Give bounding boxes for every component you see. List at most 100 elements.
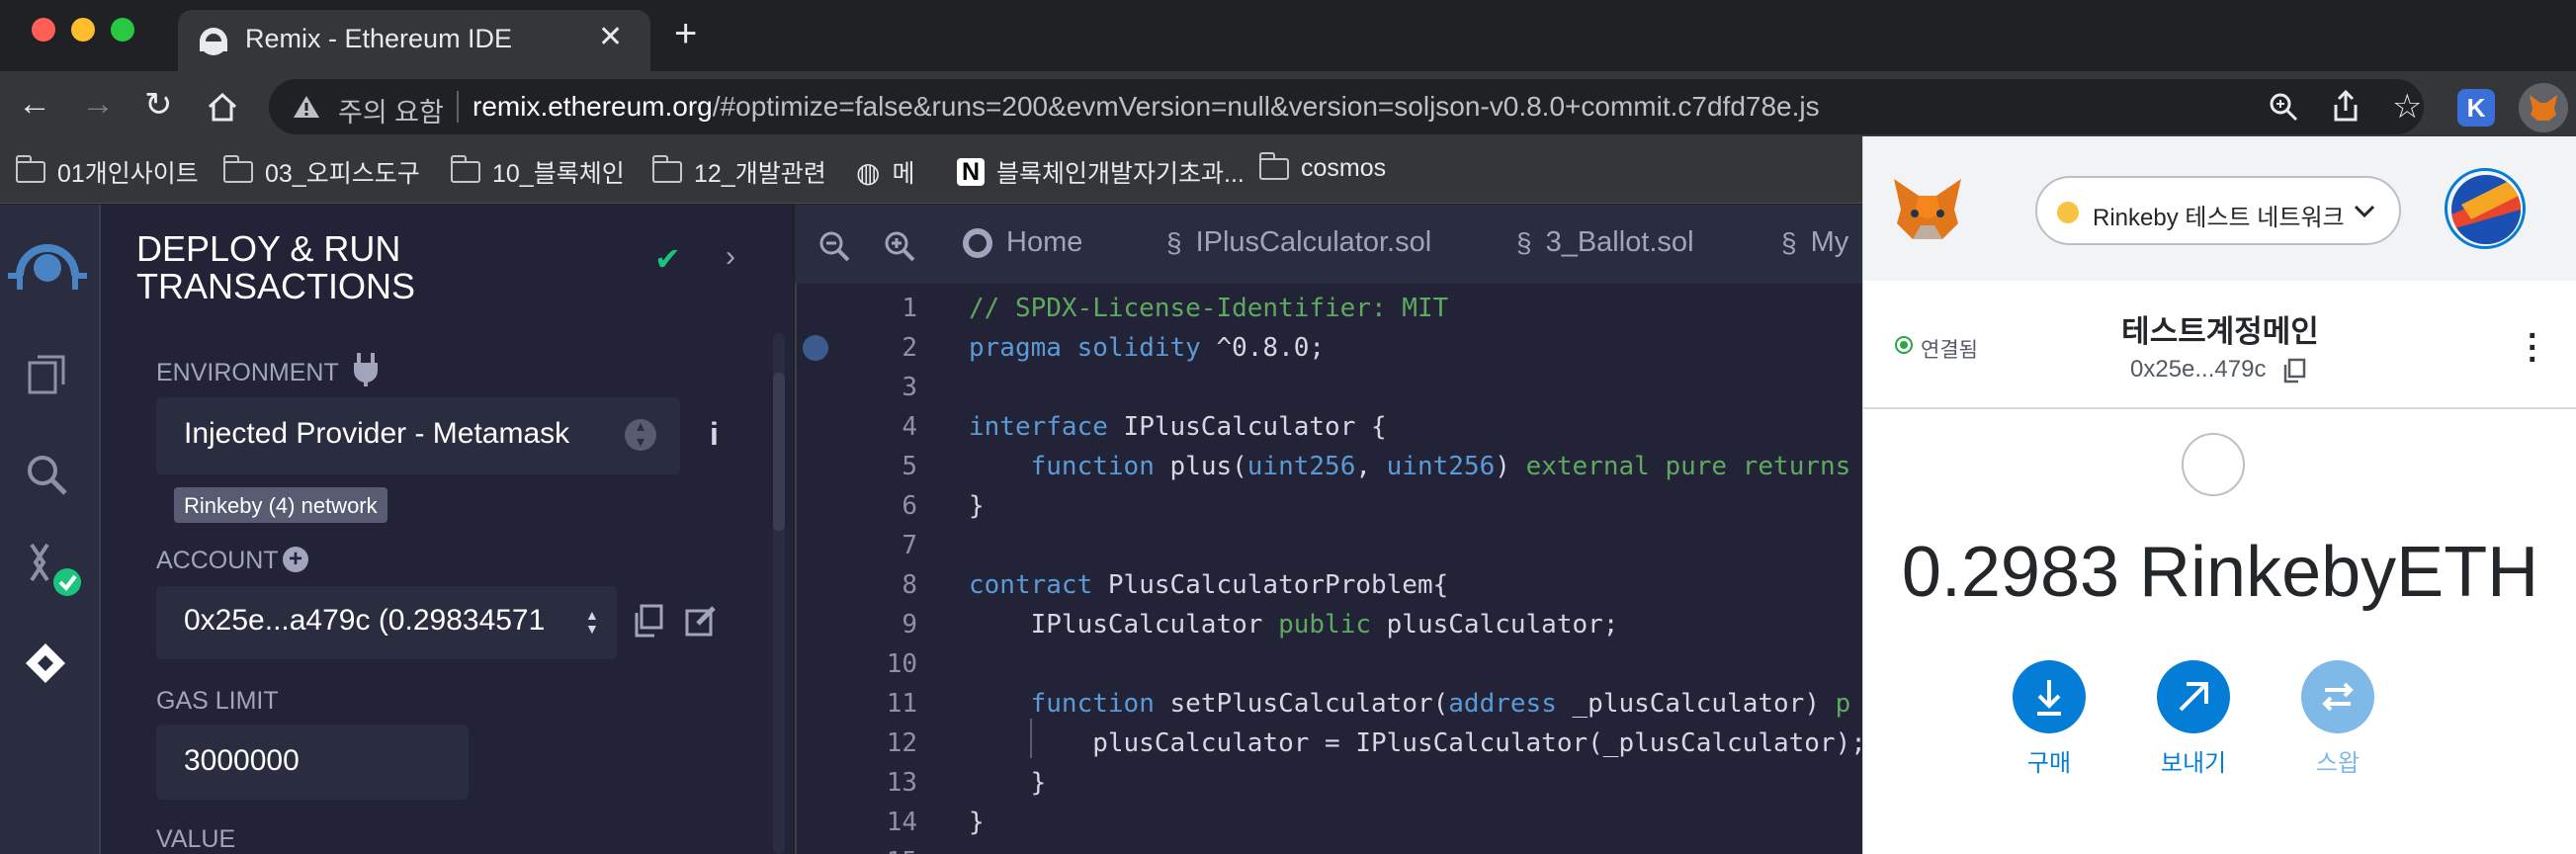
metamask-fox-icon[interactable] <box>1891 176 1964 243</box>
chevron-down-icon <box>2354 205 2375 218</box>
window-minimize-button[interactable] <box>71 18 95 42</box>
tab-iplus-calculator[interactable]: § IPlusCalculator.sol <box>1166 226 1431 259</box>
zoom-in-icon[interactable] <box>884 230 915 262</box>
folder-icon <box>223 155 253 183</box>
gas-limit-label: GAS LIMIT <box>156 687 279 715</box>
check-icon: ✔ <box>654 241 681 277</box>
remix-icon-panel <box>0 205 101 854</box>
network-selector[interactable]: Rinkeby 테스트 네트워크 <box>2035 176 2401 245</box>
bookmark-folder[interactable]: cosmos <box>1259 151 1386 183</box>
window-zoom-button[interactable] <box>111 18 134 42</box>
tab-title: Remix - Ethereum IDE <box>245 24 513 53</box>
line-number: 12 <box>886 728 917 758</box>
warning-triangle-icon[interactable] <box>293 94 320 120</box>
bookmark-star-icon[interactable]: ☆ <box>2392 87 2422 127</box>
file-explorer-icon[interactable] <box>26 353 69 396</box>
tab-home[interactable]: Home <box>963 226 1082 259</box>
reload-icon[interactable]: ↻ <box>144 85 173 125</box>
home-icon[interactable] <box>206 91 239 123</box>
zoom-icon[interactable] <box>2268 91 2299 123</box>
solidity-file-icon: § <box>1781 226 1797 258</box>
scrollbar[interactable] <box>773 333 785 854</box>
account-avatar[interactable] <box>2445 168 2526 249</box>
code-area[interactable]: 123456789101112131415 // SPDX-License-Id… <box>795 284 1866 854</box>
code-line: function plus(uint256, uint256) external… <box>1030 452 1851 481</box>
line-number: 5 <box>902 452 917 481</box>
swap-label: 스왑 <box>2315 750 2361 777</box>
back-arrow-icon[interactable]: ← <box>18 85 51 124</box>
url-text[interactable]: remix.ethereum.org/#optimize=false&runs=… <box>472 91 1820 123</box>
bookmark-folder[interactable]: 01개인사이트 <box>16 154 199 190</box>
k-extension-icon[interactable]: K <box>2457 89 2495 127</box>
code-line: } <box>969 491 985 521</box>
forward-arrow-icon[interactable]: → <box>81 85 115 124</box>
header-divider <box>1863 407 2576 409</box>
bookmark-folder[interactable]: 10_블록체인 <box>451 154 625 190</box>
metamask-extension-button[interactable] <box>2519 83 2568 132</box>
editor-tab-bar: Home § IPlusCalculator.sol § 3_Ballot.so… <box>795 205 1862 284</box>
new-tab-button[interactable]: + <box>674 14 697 53</box>
bookmark-folder[interactable]: 12_개발관련 <box>652 154 826 190</box>
line-number: 2 <box>902 333 917 363</box>
buy-button[interactable]: 구매 <box>1990 660 2108 778</box>
metamask-header: Rinkeby 테스트 네트워크 <box>1863 136 2576 281</box>
notion-icon: N <box>957 158 985 186</box>
tab-my[interactable]: § My <box>1781 226 1848 259</box>
folder-icon <box>451 155 480 183</box>
swap-button[interactable]: 스왑 <box>2278 660 2397 778</box>
select-arrows-icon: ▲ ▼ <box>585 607 599 637</box>
line-number: 13 <box>886 768 917 798</box>
gas-limit-input[interactable]: 3000000 <box>156 725 469 800</box>
chevron-right-icon[interactable]: › <box>726 240 735 274</box>
send-label: 보내기 <box>2160 750 2227 777</box>
breakpoint-marker[interactable] <box>803 335 828 361</box>
account-select[interactable]: 0x25e...a479c (0.29834571 ▲ ▼ <box>156 586 617 659</box>
bookmark-link[interactable]: N 블록체인개발자기초과... <box>957 154 1245 190</box>
solidity-file-icon: § <box>1166 226 1182 258</box>
code-line: plusCalculator = IPlusCalculator(_plusCa… <box>969 728 1866 758</box>
code-line: interface IPlusCalculator { <box>969 412 1387 442</box>
swap-icon <box>2301 660 2374 733</box>
line-number: 6 <box>902 491 917 521</box>
network-label: Rinkeby 테스트 네트워크 <box>2093 205 2345 231</box>
scrollbar-thumb[interactable] <box>773 373 785 531</box>
bookmark-label: 10_블록체인 <box>492 160 625 188</box>
edit-icon[interactable] <box>684 604 718 638</box>
deploy-run-icon[interactable] <box>22 640 69 687</box>
network-badge: Rinkeby (4) network <box>174 487 387 523</box>
folder-icon <box>16 155 45 183</box>
account-name[interactable]: 테스트계정메인 <box>1863 306 2576 351</box>
tab-close-icon[interactable]: ✕ <box>598 20 623 54</box>
metamask-popup: Rinkeby 테스트 네트워크 연결됨 테스트계정메인 0x25e...479… <box>1862 136 2576 854</box>
browser-tab-bar: Remix - Ethereum IDE ✕ + <box>0 0 2576 71</box>
send-button[interactable]: 보내기 <box>2134 660 2253 778</box>
copy-address-icon[interactable] <box>2282 358 2306 384</box>
environment-value: Injected Provider - Metamask <box>184 417 570 450</box>
bookmark-folder[interactable]: 03_오피스도구 <box>223 154 420 190</box>
add-account-icon[interactable]: + <box>283 547 308 572</box>
security-label[interactable]: 주의 요함 <box>338 91 444 129</box>
window-close-button[interactable] <box>32 18 55 42</box>
panel-title: DEPLOY & RUN TRANSACTIONS <box>136 228 416 306</box>
line-number: 9 <box>902 610 917 640</box>
info-icon[interactable]: i <box>710 416 719 453</box>
zoom-out-icon[interactable] <box>818 230 850 262</box>
search-icon[interactable] <box>24 452 69 497</box>
remix-logo-icon[interactable] <box>4 224 91 303</box>
browser-tab[interactable]: Remix - Ethereum IDE ✕ <box>178 10 650 71</box>
code-line: function setPlusCalculator(address _plus… <box>1030 689 1851 719</box>
tab-ballot[interactable]: § 3_Ballot.sol <box>1516 226 1694 259</box>
line-number: 10 <box>886 649 917 679</box>
copy-icon[interactable] <box>633 604 664 638</box>
share-icon[interactable] <box>2331 89 2361 123</box>
solidity-compiler-icon[interactable] <box>22 541 91 600</box>
code-line: // SPDX-License-Identifier: MIT <box>969 294 1449 323</box>
line-number: 15 <box>834 847 917 854</box>
environment-select[interactable]: Injected Provider - Metamask ▴ ▾ <box>156 397 680 474</box>
bookmark-link[interactable]: ◍ 메 <box>856 154 914 190</box>
balance: 0.2983 RinkebyETH <box>1863 532 2576 613</box>
more-options-icon[interactable]: · · · <box>2528 319 2538 377</box>
address-bar[interactable]: 주의 요함 remix.ethereum.org/#optimize=false… <box>269 79 2424 134</box>
account-address[interactable]: 0x25e...479c <box>2130 356 2266 384</box>
network-dot-icon <box>2057 202 2079 223</box>
